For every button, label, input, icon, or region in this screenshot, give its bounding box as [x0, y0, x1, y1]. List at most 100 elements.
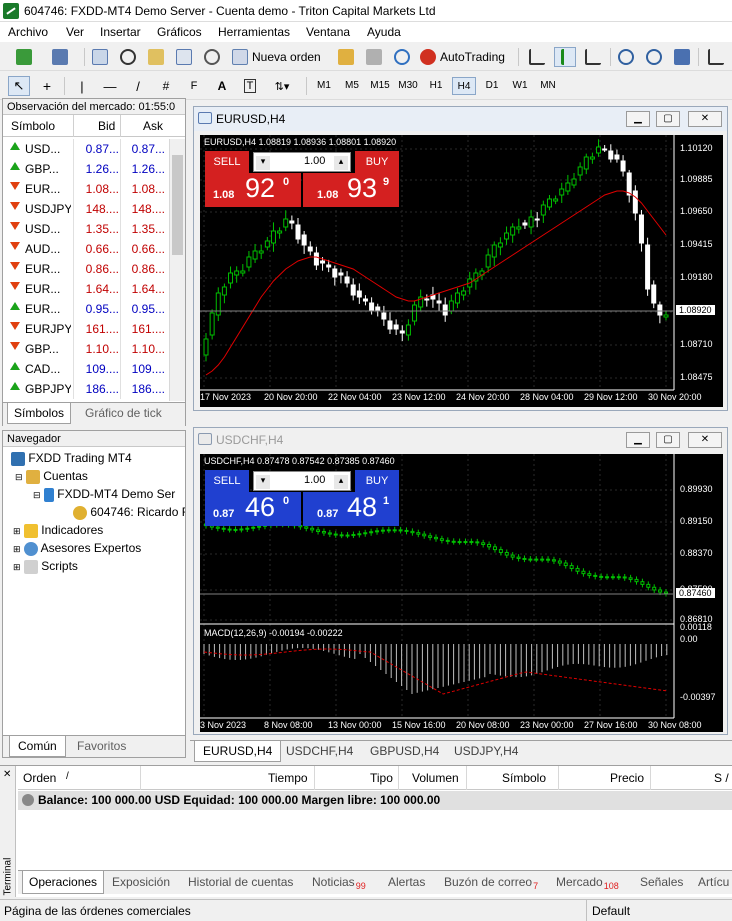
market-watch-row[interactable]: USDJPY 148.... 148.... [3, 199, 169, 219]
market-watch-row[interactable]: EUR... 0.95... 0.95... [3, 299, 169, 319]
close-icon[interactable]: ✕ [3, 769, 11, 780]
autotrading-button[interactable]: AutoTrading [420, 47, 512, 67]
col-volumen[interactable]: Volumen [412, 771, 459, 785]
timeframe-h4[interactable]: H4 [452, 77, 476, 95]
new-chart-icon[interactable] [10, 47, 38, 67]
buy-button[interactable]: BUY [355, 151, 399, 173]
sell-price-box[interactable]: 1.08 92 0 [205, 173, 301, 207]
tab-comun[interactable]: Común [9, 736, 66, 757]
profiles-icon[interactable] [46, 47, 74, 67]
market-watch-row[interactable]: EUR... 1.08... 1.08... [3, 179, 169, 199]
buy-price-box[interactable]: 0.87 48 1 [303, 492, 399, 526]
market-watch-row[interactable]: EURJPY 161.... 161.... [3, 319, 169, 339]
timeframe-w1[interactable]: W1 [508, 77, 532, 95]
cursor-icon[interactable]: ↖ [8, 76, 30, 96]
text-label-icon[interactable]: T [240, 76, 260, 96]
zoom-in-icon[interactable] [616, 47, 636, 67]
tab-simbolos[interactable]: Símbolos [7, 403, 72, 424]
menu-ver[interactable]: Ver [66, 25, 84, 39]
nav-item-account[interactable]: 604746: Ricardo F [73, 505, 185, 520]
sell-price-box[interactable]: 0.87 46 0 [205, 492, 301, 526]
chart-tab-usdchf[interactable]: USDCHF,H4 [286, 744, 353, 758]
scrollbar-thumb[interactable] [172, 155, 183, 255]
lot-decrease-button[interactable]: ▾ [256, 475, 270, 489]
nav-item-cuentas[interactable]: ⊟ Cuentas [15, 469, 88, 484]
text-icon[interactable]: A [212, 76, 232, 96]
market-watch-row[interactable]: AUD... 0.66... 0.66... [3, 239, 169, 259]
lot-decrease-button[interactable]: ▾ [256, 156, 270, 170]
menu-herramientas[interactable]: Herramientas [218, 25, 290, 39]
market-watch-row[interactable]: CAD... 109.... 109.... [3, 359, 169, 379]
market-icon[interactable] [364, 47, 384, 67]
balance-row[interactable]: Balance: 100 000.00 USD Equidad: 100 000… [18, 791, 732, 810]
minimize-button[interactable]: ▁ [626, 111, 650, 127]
buy-price-box[interactable]: 1.08 93 9 [303, 173, 399, 207]
timeframe-h1[interactable]: H1 [424, 77, 448, 95]
tile-windows-icon[interactable] [672, 47, 692, 67]
arrows-icon[interactable]: ⇅▾ [268, 76, 296, 96]
strategy-tester-icon[interactable] [202, 47, 222, 67]
timeframe-m30[interactable]: M30 [396, 77, 420, 95]
terminal-tab[interactable]: Artícu [698, 875, 729, 889]
crosshair-icon[interactable]: + [36, 76, 58, 96]
channel-icon[interactable]: # [156, 76, 176, 96]
market-watch-row[interactable]: USD... 1.35... 1.35... [3, 219, 169, 239]
maximize-button[interactable]: ▢ [656, 432, 680, 448]
menu-ventana[interactable]: Ventana [306, 25, 350, 39]
chart-window-titlebar[interactable]: USDCHF,H4 ▁ ▢ ✕ [194, 428, 727, 452]
zoom-out-icon[interactable] [644, 47, 664, 67]
horizontal-line-icon[interactable]: — [100, 76, 120, 96]
menu-graficos[interactable]: Gráficos [157, 25, 202, 39]
nav-item-scripts[interactable]: ⊞ Scripts [13, 559, 78, 574]
timeframe-d1[interactable]: D1 [480, 77, 504, 95]
trendline-icon[interactable]: / [128, 76, 148, 96]
new-order-button[interactable]: Nueva orden [232, 47, 328, 67]
market-watch-row[interactable]: GBP... 1.10... 1.10... [3, 339, 169, 359]
terminal-tab[interactable]: Buzón de correo7 [444, 875, 538, 891]
close-button[interactable]: ✕ [688, 111, 722, 127]
chart-tab-gbpusd[interactable]: GBPUSD,H4 [370, 744, 439, 758]
navigator-icon[interactable] [146, 47, 166, 67]
col-ask[interactable]: Ask [143, 119, 163, 133]
market-watch-row[interactable]: GBP... 1.26... 1.26... [3, 159, 169, 179]
minimize-button[interactable]: ▁ [626, 432, 650, 448]
sell-button[interactable]: SELL [205, 470, 249, 492]
terminal-tab[interactable]: Operaciones [22, 871, 105, 894]
tab-favoritos[interactable]: Favoritos [77, 739, 126, 753]
chart-window-usdchf[interactable]: USDCHF,H4 ▁ ▢ ✕ USDCHF,H4 0.87478 0.8754… [193, 427, 728, 735]
chart-shift-icon[interactable] [706, 47, 726, 67]
lot-increase-button[interactable]: ▴ [334, 156, 348, 170]
nav-item-indicadores[interactable]: ⊞ Indicadores [13, 523, 103, 538]
sell-button[interactable]: SELL [205, 151, 249, 173]
chart-tab-eurusd[interactable]: EURUSD,H4 [194, 741, 282, 762]
chart-window-eurusd[interactable]: EURUSD,H4 ▁ ▢ ✕ EURUSD,H4 1.08819 1.0893… [193, 106, 728, 411]
col-bid[interactable]: Bid [98, 119, 115, 133]
market-watch-row[interactable]: EUR... 0.86... 0.86... [3, 259, 169, 279]
eurusd-chart[interactable]: EURUSD,H4 1.08819 1.08936 1.08801 1.0892… [200, 135, 723, 407]
bar-chart-icon[interactable] [526, 47, 548, 67]
terminal-tab[interactable]: Alertas [388, 875, 425, 889]
menu-ayuda[interactable]: Ayuda [367, 25, 401, 39]
col-tipo[interactable]: Tipo [370, 771, 393, 785]
nav-item-server[interactable]: ⊟ FXDD-MT4 Demo Ser [33, 487, 185, 502]
lot-field[interactable]: ▾ 1.00 ▴ [253, 471, 351, 491]
nav-item-asesores[interactable]: ⊞ Asesores Expertos [13, 541, 141, 556]
col-symbol[interactable]: Símbolo [11, 119, 55, 133]
lot-field[interactable]: ▾ 1.00 ▴ [253, 152, 351, 172]
usdchf-chart[interactable]: USDCHF,H4 0.87478 0.87542 0.87385 0.8746… [200, 454, 723, 732]
timeframe-m1[interactable]: M1 [312, 77, 336, 95]
market-watch-row[interactable]: USD... 0.87... 0.87... [3, 139, 169, 159]
chart-tab-usdjpy[interactable]: USDJPY,H4 [454, 744, 518, 758]
terminal-tab[interactable]: Mercado108 [556, 875, 619, 891]
timeframe-mn[interactable]: MN [536, 77, 560, 95]
candlestick-icon[interactable] [554, 47, 576, 67]
market-watch-scrollbar[interactable] [169, 139, 185, 401]
col-tiempo[interactable]: Tiempo [268, 771, 308, 785]
menu-archivo[interactable]: Archivo [8, 25, 48, 39]
timeframe-m5[interactable]: M5 [340, 77, 364, 95]
vertical-line-icon[interactable]: | [72, 76, 92, 96]
terminal-icon[interactable] [174, 47, 194, 67]
metaeditor-icon[interactable] [336, 47, 356, 67]
col-orden[interactable]: Orden [23, 771, 56, 785]
buy-button[interactable]: BUY [355, 470, 399, 492]
